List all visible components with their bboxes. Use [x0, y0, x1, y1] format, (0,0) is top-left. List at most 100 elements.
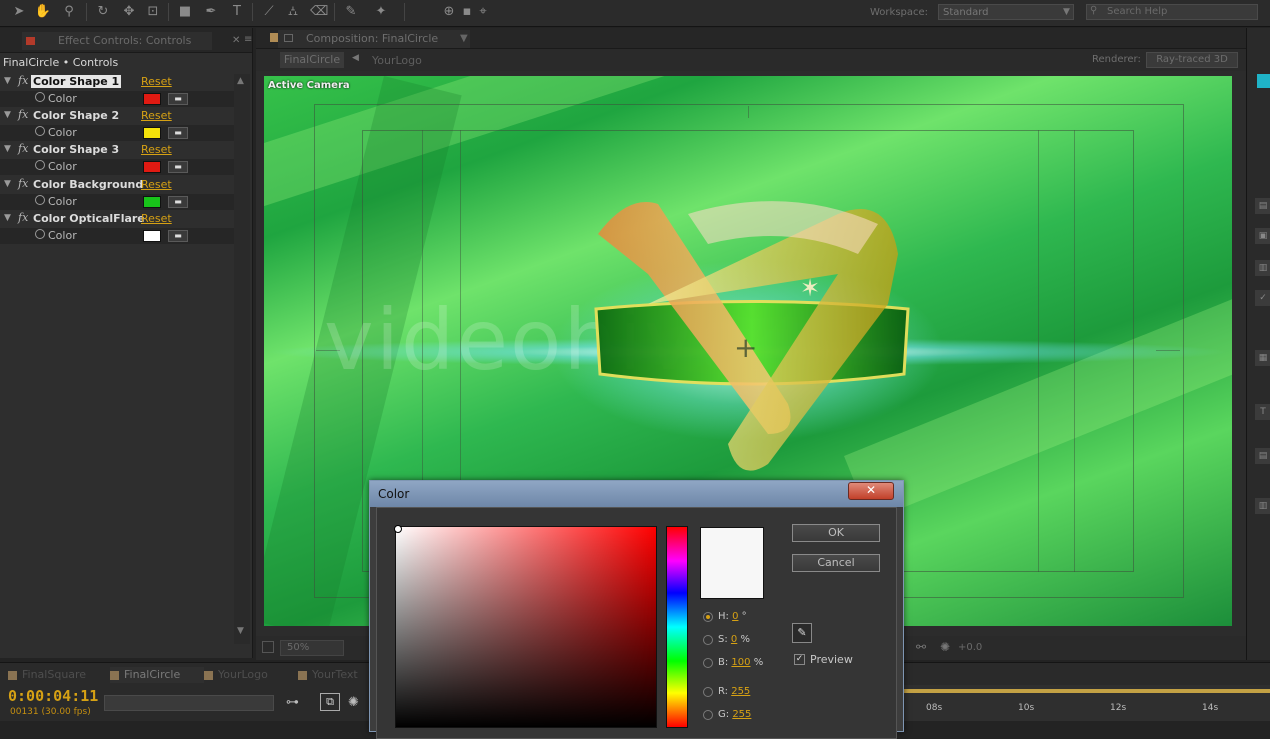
stopwatch-icon[interactable] — [35, 160, 45, 170]
green-value[interactable]: 255 — [732, 709, 751, 720]
eyedropper-icon[interactable]: ▬ — [168, 93, 188, 105]
field-marker[interactable] — [394, 525, 402, 533]
effect-name[interactable]: Color Shape 3 — [33, 143, 119, 156]
selection-tool-icon[interactable]: ➤ — [10, 3, 28, 21]
fx-icon[interactable]: fx — [18, 211, 28, 224]
effect-name[interactable]: Color Shape 1 — [31, 75, 122, 88]
color-swatch[interactable] — [143, 196, 161, 208]
effect-row-color-opticalflare[interactable]: ▼ fx Color OpticalFlare Reset — [0, 211, 234, 227]
tab-effect-controls[interactable]: Effect Controls: Controls — [22, 32, 212, 50]
hue-slider[interactable] — [666, 526, 688, 728]
close-button[interactable]: ✕ — [848, 482, 894, 500]
renderer-select[interactable]: Ray-traced 3D — [1146, 52, 1238, 68]
effect-name[interactable]: Color Background — [33, 178, 143, 191]
color-swatch[interactable] — [143, 230, 161, 242]
eyedropper-icon[interactable]: ✎ — [792, 623, 812, 643]
panel-icon[interactable]: ▣ — [1255, 228, 1270, 244]
puppet-pin-tool-icon[interactable]: ✦ — [372, 3, 390, 21]
reset-link[interactable]: Reset — [141, 75, 172, 88]
roto-brush-tool-icon[interactable]: ✎ — [342, 3, 360, 21]
stopwatch-icon[interactable] — [35, 229, 45, 239]
flow-current-comp[interactable]: FinalCircle — [280, 52, 344, 68]
dialog-title-bar[interactable]: Color ✕ — [370, 481, 903, 507]
stopwatch-icon[interactable] — [35, 92, 45, 102]
motion-blur-icon[interactable]: ✺ — [348, 695, 359, 710]
exposure-value[interactable]: +0.0 — [958, 642, 982, 653]
flowchart-icon[interactable]: ⚯ — [916, 640, 926, 654]
ok-button[interactable]: OK — [792, 524, 880, 542]
tab-timeline-yourlogo[interactable]: YourLogo — [204, 667, 268, 683]
grid-icon[interactable] — [262, 641, 274, 653]
twirl-down-icon[interactable]: ▼ — [4, 213, 11, 223]
twirl-down-icon[interactable]: ▼ — [4, 76, 11, 86]
brightness-value[interactable]: 100 — [731, 657, 750, 668]
cancel-button[interactable]: Cancel — [792, 554, 880, 572]
tab-timeline-finalsquare[interactable]: FinalSquare — [8, 667, 86, 683]
eyedropper-icon[interactable]: ▬ — [168, 161, 188, 173]
rotate-tool-icon[interactable]: ↻ — [94, 3, 112, 21]
fx-icon[interactable]: fx — [18, 142, 28, 155]
twirl-down-icon[interactable]: ▼ — [4, 144, 11, 154]
effect-row-color-shape-1[interactable]: ▼ fx Color Shape 1 Reset — [0, 74, 234, 90]
reset-link[interactable]: Reset — [141, 143, 172, 156]
red-value[interactable]: 255 — [731, 686, 750, 697]
rectangle-tool-icon[interactable]: ■ — [176, 3, 194, 21]
twirl-down-icon[interactable]: ▼ — [4, 110, 11, 120]
composition-mini-flowchart-icon[interactable]: ⊶ — [286, 695, 299, 710]
saturation-value[interactable]: 0 — [731, 634, 737, 645]
reset-link[interactable]: Reset — [141, 109, 172, 122]
hue-value[interactable]: 0 — [732, 611, 738, 622]
panel-menu-icon[interactable]: ≡ — [244, 34, 252, 45]
color-swatch[interactable] — [143, 93, 161, 105]
stopwatch-icon[interactable] — [35, 195, 45, 205]
chevron-down-icon[interactable]: ▼ — [460, 33, 468, 44]
timeline-search-input[interactable] — [104, 695, 274, 711]
magnification-select[interactable]: 50% — [280, 640, 344, 656]
color-swatch[interactable] — [143, 161, 161, 173]
twirl-down-icon[interactable]: ▼ — [4, 179, 11, 189]
red-radio[interactable] — [703, 687, 713, 697]
panel-icon[interactable]: ▥ — [1255, 498, 1270, 514]
tab-timeline-finalcircle[interactable]: FinalCircle — [110, 667, 204, 683]
work-area-bar[interactable] — [904, 689, 1270, 693]
saturation-radio[interactable] — [703, 635, 713, 645]
brightness-radio[interactable] — [703, 658, 713, 668]
effect-row-color-background[interactable]: ▼ fx Color Background Reset — [0, 177, 234, 193]
effect-row-color-shape-2[interactable]: ▼ fx Color Shape 2 Reset — [0, 108, 234, 124]
eyedropper-icon[interactable]: ▬ — [168, 127, 188, 139]
local-axis-icon[interactable]: ⊕ — [440, 3, 458, 21]
fx-icon[interactable]: fx — [18, 74, 28, 87]
workspace-select[interactable]: Standard — [938, 4, 1074, 20]
check-icon[interactable]: ✓ — [1255, 290, 1270, 306]
lock-icon[interactable] — [26, 37, 35, 45]
scroll-up-icon[interactable]: ▲ — [237, 76, 244, 86]
draft-3d-icon[interactable]: ⧉ — [320, 693, 340, 711]
panel-icon[interactable]: ▥ — [1255, 260, 1270, 276]
character-icon[interactable]: T — [1255, 404, 1270, 420]
search-help-input[interactable]: Search Help — [1086, 4, 1258, 20]
green-radio[interactable] — [703, 710, 713, 720]
stopwatch-icon[interactable] — [35, 126, 45, 136]
fx-icon[interactable]: fx — [18, 177, 28, 190]
pen-tool-icon[interactable]: ✒ — [202, 3, 220, 21]
tab-timeline-yourtext[interactable]: YourText — [298, 667, 358, 683]
effect-name[interactable]: Color OpticalFlare — [33, 212, 145, 225]
hue-radio[interactable] — [703, 612, 713, 622]
scroll-down-icon[interactable]: ▼ — [237, 626, 244, 636]
camera-tool-icon[interactable]: ✥ — [120, 3, 138, 21]
tab-composition[interactable]: Composition: FinalCircle — [278, 30, 470, 48]
lock-icon[interactable] — [284, 34, 293, 42]
vertical-scrollbar[interactable] — [234, 74, 250, 644]
pan-behind-tool-icon[interactable]: ⊡ — [144, 3, 162, 21]
flow-next-comp[interactable]: YourLogo — [372, 54, 422, 67]
reset-link[interactable]: Reset — [141, 212, 172, 225]
effect-row-color-shape-3[interactable]: ▼ fx Color Shape 3 Reset — [0, 142, 234, 158]
color-swatch[interactable] — [143, 127, 161, 139]
zoom-tool-icon[interactable]: ⚲ — [60, 3, 78, 21]
panel-icon[interactable]: ▦ — [1255, 350, 1270, 366]
panel-icon[interactable]: ▤ — [1255, 448, 1270, 464]
hand-tool-icon[interactable]: ✋ — [34, 3, 52, 21]
eyedropper-icon[interactable]: ▬ — [168, 196, 188, 208]
eraser-tool-icon[interactable]: ⌫ — [310, 3, 328, 21]
clone-stamp-tool-icon[interactable]: ⛼ — [284, 3, 302, 21]
